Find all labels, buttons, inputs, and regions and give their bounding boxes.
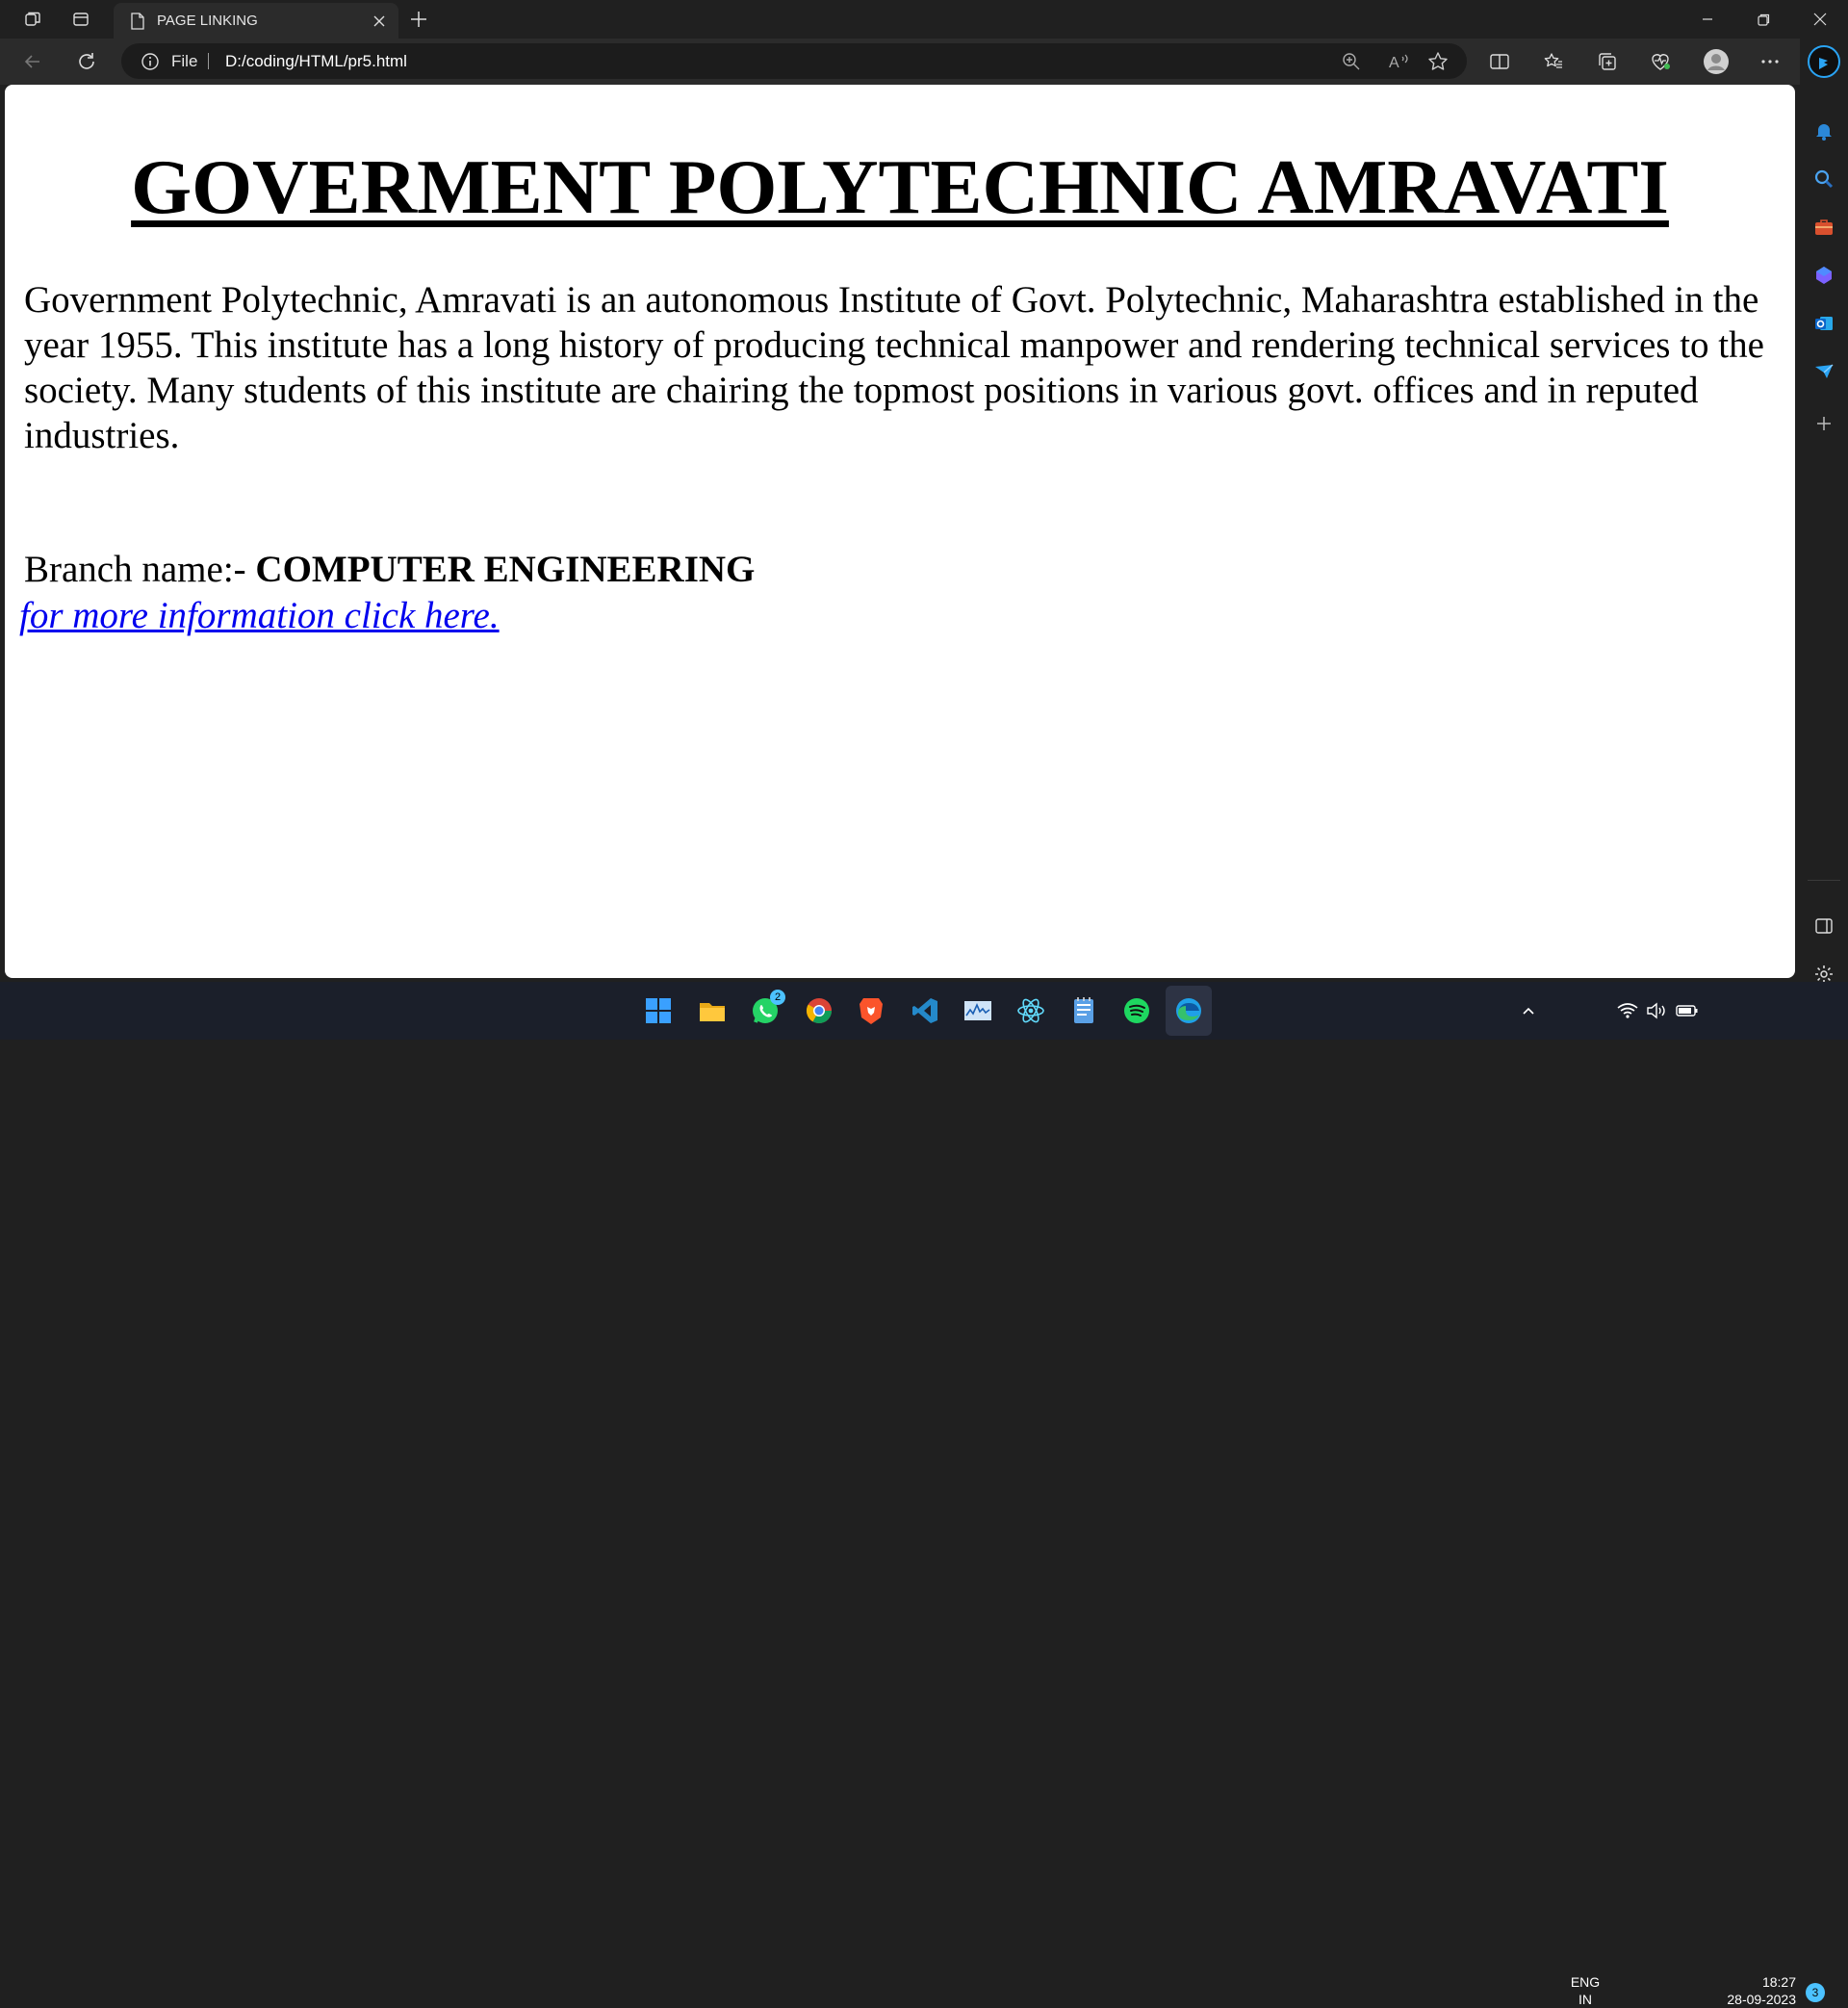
browser-toolbar: File D:/coding/HTML/pr5.html A	[0, 39, 1848, 85]
chrome-icon[interactable]	[795, 982, 843, 1040]
hide-sidebar-icon[interactable]	[1800, 905, 1848, 947]
notification-count-badge[interactable]: 3	[1806, 1983, 1825, 2002]
clock-time: 18:27	[1761, 1974, 1796, 1990]
region-code: IN	[1578, 1992, 1592, 2007]
branch-name: COMPUTER ENGINEERING	[255, 549, 756, 590]
address-divider	[208, 53, 209, 69]
intro-paragraph: Government Polytechnic, Amravati is an a…	[24, 279, 1764, 456]
sidebar-divider	[1808, 880, 1840, 881]
outlook-icon[interactable]	[1800, 302, 1848, 345]
new-tab-button[interactable]	[404, 0, 433, 39]
more-information-link[interactable]: for more information click here.	[19, 593, 500, 638]
active-tab[interactable]: PAGE LINKING	[114, 3, 398, 39]
windows-taskbar: 2 ENG IN 18:27 28-09-2023 3	[0, 982, 1848, 2007]
web-page-content: GOVERMENT POLYTECHNIC AMRAVATI Governmen…	[5, 85, 1795, 978]
refresh-icon[interactable]	[67, 39, 106, 85]
title-bar: PAGE LINKING	[0, 0, 1848, 39]
browser-essentials-icon[interactable]	[1641, 39, 1680, 85]
wifi-icon[interactable]	[1613, 982, 1642, 1040]
start-windows-icon[interactable]	[634, 982, 682, 1040]
react-atom-icon[interactable]	[1007, 982, 1055, 1040]
resource-monitor-icon[interactable]	[954, 982, 1002, 1040]
file-explorer-icon[interactable]	[688, 982, 736, 1040]
search-icon[interactable]	[1800, 158, 1848, 200]
branch-label: Branch name:-	[24, 549, 246, 590]
vscode-icon[interactable]	[901, 982, 949, 1040]
bing-copilot-icon[interactable]	[1800, 39, 1848, 85]
show-hidden-icons-chevron-icon[interactable]	[1512, 982, 1545, 1040]
close-window-button[interactable]	[1792, 0, 1848, 39]
clock-date: 28-09-2023	[1727, 1992, 1796, 2007]
svg-text:A: A	[1389, 55, 1399, 71]
edge-sidebar	[1800, 39, 1848, 983]
close-tab-icon[interactable]	[368, 10, 391, 33]
tools-briefcase-icon[interactable]	[1800, 206, 1848, 248]
tab-actions-icon[interactable]	[62, 0, 100, 39]
restore-button[interactable]	[1735, 0, 1791, 39]
drop-send-icon[interactable]	[1800, 350, 1848, 393]
page-icon	[127, 11, 148, 32]
page-heading: GOVERMENT POLYTECHNIC AMRAVATI	[131, 143, 1669, 230]
more-options-icon[interactable]	[1751, 39, 1789, 85]
branch-line: Branch name:- COMPUTER ENGINEERING	[24, 547, 755, 592]
favorites-icon[interactable]	[1534, 39, 1573, 85]
minimize-button[interactable]	[1680, 0, 1735, 39]
brave-icon[interactable]	[847, 982, 895, 1040]
edge-taskbar-icon[interactable]	[1166, 986, 1212, 1036]
whatsapp-badge: 2	[770, 990, 785, 1005]
tab-title: PAGE LINKING	[157, 13, 258, 29]
zoom-icon[interactable]	[1334, 43, 1369, 79]
games-icon[interactable]	[1800, 254, 1848, 296]
collections-icon[interactable]	[1588, 39, 1627, 85]
add-sidebar-app-icon[interactable]	[1800, 402, 1848, 445]
whatsapp-icon[interactable]: 2	[741, 982, 789, 1040]
battery-icon[interactable]	[1671, 982, 1704, 1040]
read-aloud-icon[interactable]: A	[1382, 43, 1417, 79]
info-icon[interactable]	[141, 43, 160, 79]
language-indicator[interactable]: ENG IN	[1561, 1973, 1609, 2008]
language-code: ENG	[1570, 1974, 1601, 1990]
notifications-icon[interactable]	[1800, 110, 1848, 152]
spotify-icon[interactable]	[1113, 982, 1161, 1040]
split-screen-icon[interactable]	[1480, 39, 1519, 85]
address-bar[interactable]: File D:/coding/HTML/pr5.html A	[121, 43, 1467, 79]
scheme-label: File	[171, 52, 198, 70]
volume-icon[interactable]	[1642, 982, 1671, 1040]
notepad-icon[interactable]	[1060, 982, 1108, 1040]
favorite-star-icon[interactable]	[1421, 43, 1455, 79]
clock[interactable]: 18:27 28-09-2023	[1709, 1973, 1796, 2008]
workspaces-icon[interactable]	[13, 0, 52, 39]
back-icon[interactable]	[13, 39, 52, 85]
url-text[interactable]: D:/coding/HTML/pr5.html	[225, 43, 407, 79]
profile-avatar[interactable]	[1697, 39, 1735, 85]
